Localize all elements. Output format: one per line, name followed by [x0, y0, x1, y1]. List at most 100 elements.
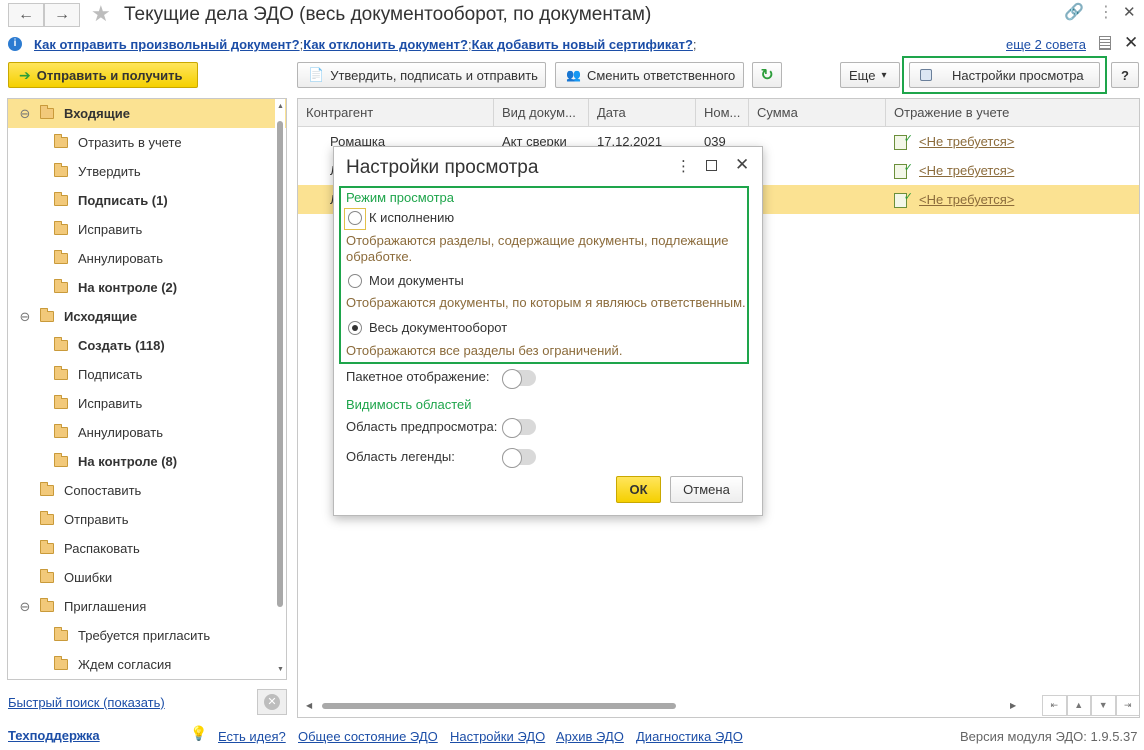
scroll-last-icon[interactable]: ⇥: [1115, 695, 1139, 716]
column-header-doc-type[interactable]: Вид докум...: [494, 99, 589, 127]
footer-link-settings[interactable]: Настройки ЭДО: [450, 729, 545, 744]
change-responsible-button[interactable]: 👥 Сменить ответственного: [555, 62, 744, 88]
batch-display-toggle[interactable]: [502, 369, 536, 389]
close-window-icon[interactable]: ✕: [1123, 5, 1136, 20]
help-button[interactable]: ?: [1111, 62, 1139, 88]
dialog-maximize-icon[interactable]: [706, 160, 717, 171]
tree-item[interactable]: Требуется пригласить: [8, 621, 286, 650]
folder-icon: [40, 308, 54, 322]
column-header-accounting[interactable]: Отражение в учете: [886, 99, 1139, 127]
column-header-number[interactable]: Ном...: [696, 99, 749, 127]
tree-item[interactable]: Отразить в учете: [8, 128, 286, 157]
more-menu-icon[interactable]: ⋮: [1098, 5, 1114, 21]
scroll-down-icon[interactable]: ▼: [1091, 695, 1116, 716]
more-button[interactable]: Еще ▾: [840, 62, 900, 88]
column-header-counterparty[interactable]: Контрагент: [298, 99, 494, 127]
dialog-close-icon[interactable]: ✕: [735, 155, 749, 175]
collapse-icon[interactable]: ⊖: [18, 599, 32, 615]
folder-icon: [54, 453, 68, 467]
collapse-icon[interactable]: ⊖: [18, 106, 32, 122]
support-link[interactable]: Техподдержка: [8, 728, 100, 743]
favorite-star-icon[interactable]: ★: [91, 3, 111, 25]
option-my-documents-label[interactable]: Мои документы: [369, 273, 464, 288]
cancel-button[interactable]: Отмена: [670, 476, 743, 503]
tree-item[interactable]: Утвердить: [8, 157, 286, 186]
option-my-documents-desc: Отображаются документы, по которым я явл…: [346, 295, 746, 310]
hint-link-certificate[interactable]: Как добавить новый сертификат?: [472, 37, 693, 52]
tree-item[interactable]: Исправить: [8, 389, 286, 418]
document-check-icon: [894, 156, 913, 183]
batch-display-label: Пакетное отображение:: [346, 369, 490, 384]
tree-item[interactable]: Создать (118): [8, 331, 286, 360]
send-receive-button[interactable]: ➔ Отправить и получить: [8, 62, 198, 88]
tree-item[interactable]: ⊖ Входящие: [8, 99, 286, 128]
tree-scroll-thumb[interactable]: [277, 121, 283, 607]
folder-icon: [54, 250, 68, 264]
tree-item[interactable]: Аннулировать: [8, 244, 286, 273]
tree-item-label: Ошибки: [64, 570, 113, 585]
forward-button[interactable]: →: [44, 3, 80, 27]
tree-item[interactable]: ⊖ Приглашения: [8, 592, 286, 621]
table-cell-accounting: <Не требуется>: [886, 185, 1139, 214]
tree-item[interactable]: На контроле (2): [8, 273, 286, 302]
ok-label: ОК: [629, 482, 648, 497]
refresh-icon: ↻: [760, 67, 774, 84]
tree-item[interactable]: На контроле (8): [8, 447, 286, 476]
footer-link-archive[interactable]: Архив ЭДО: [556, 729, 624, 744]
column-header-date[interactable]: Дата: [589, 99, 696, 127]
footer-link-status[interactable]: Общее состояние ЭДО: [298, 729, 438, 744]
tree-item[interactable]: ⊖Отправить: [8, 505, 286, 534]
view-settings-button[interactable]: Настройки просмотра: [909, 62, 1100, 88]
tree-item[interactable]: Подписать: [8, 360, 286, 389]
radio-to-execute[interactable]: [348, 211, 362, 225]
hint-link-reject[interactable]: Как отклонить документ?: [303, 37, 468, 52]
table-cell-accounting: <Не требуется>: [886, 127, 1139, 156]
accounting-link[interactable]: <Не требуется>: [919, 192, 1014, 207]
accounting-link[interactable]: <Не требуется>: [919, 134, 1014, 149]
tree-item[interactable]: ⊖Ошибки: [8, 563, 286, 592]
radio-all-documents[interactable]: [348, 321, 362, 335]
dialog-title: Настройки просмотра: [346, 157, 539, 178]
footer-link-idea[interactable]: Есть идея?: [218, 729, 286, 744]
folder-icon: [54, 163, 68, 177]
tree-item-label: Отразить в учете: [78, 135, 182, 150]
close-hints-icon[interactable]: ✕: [1124, 33, 1138, 53]
preview-area-toggle[interactable]: [502, 418, 536, 438]
option-all-documents-label[interactable]: Весь документооборот: [369, 320, 507, 335]
folder-icon: [54, 424, 68, 438]
hint-link-send-arbitrary[interactable]: Как отправить произвольный документ?: [34, 37, 300, 52]
folder-icon: [40, 598, 54, 612]
tree-scrollbar[interactable]: ▲ ▼: [275, 99, 285, 679]
tree-item-label: Сопоставить: [64, 483, 142, 498]
radio-my-documents[interactable]: [348, 274, 362, 288]
dialog-menu-icon[interactable]: ⋮: [676, 157, 691, 175]
clear-search-button[interactable]: ✕: [257, 689, 287, 715]
ok-button[interactable]: ОК: [616, 476, 661, 503]
refresh-button[interactable]: ↻: [752, 62, 782, 88]
legend-area-toggle[interactable]: [502, 448, 536, 468]
tree-item[interactable]: Подписать (1): [8, 186, 286, 215]
approve-sign-send-button[interactable]: 📄 Утвердить, подписать и отправить: [297, 62, 546, 88]
scroll-up-icon[interactable]: ▲: [1066, 695, 1091, 716]
link-icon[interactable]: 🔗: [1064, 5, 1084, 21]
scroll-first-icon[interactable]: ⇤: [1042, 695, 1067, 716]
tree-item[interactable]: Аннулировать: [8, 418, 286, 447]
column-header-amount[interactable]: Сумма: [749, 99, 886, 127]
option-to-execute-label[interactable]: К исполнению: [369, 210, 454, 225]
tree-item[interactable]: Исправить: [8, 215, 286, 244]
tree-item[interactable]: Ждем согласия: [8, 650, 286, 679]
tree-item[interactable]: ⊖Распаковать: [8, 534, 286, 563]
back-button[interactable]: ←: [8, 3, 44, 27]
tree-item[interactable]: ⊖ Исходящие: [8, 302, 286, 331]
more-tips-link[interactable]: еще 2 совета: [1006, 37, 1086, 52]
horizontal-scrollbar[interactable]: ◀ ▶ ⇤ ▲ ▼ ⇥: [298, 695, 1139, 717]
accounting-link[interactable]: <Не требуется>: [919, 163, 1014, 178]
document-list-icon[interactable]: [1099, 36, 1111, 50]
horizontal-scroll-thumb[interactable]: [322, 703, 676, 709]
tree-item[interactable]: ⊖Сопоставить: [8, 476, 286, 505]
tree-item-label: На контроле (8): [78, 454, 178, 469]
collapse-icon[interactable]: ⊖: [18, 309, 32, 325]
clear-icon: ✕: [264, 694, 280, 710]
footer-link-diagnostics[interactable]: Диагностика ЭДО: [636, 729, 743, 744]
quick-search-link[interactable]: Быстрый поиск (показать): [8, 695, 165, 710]
